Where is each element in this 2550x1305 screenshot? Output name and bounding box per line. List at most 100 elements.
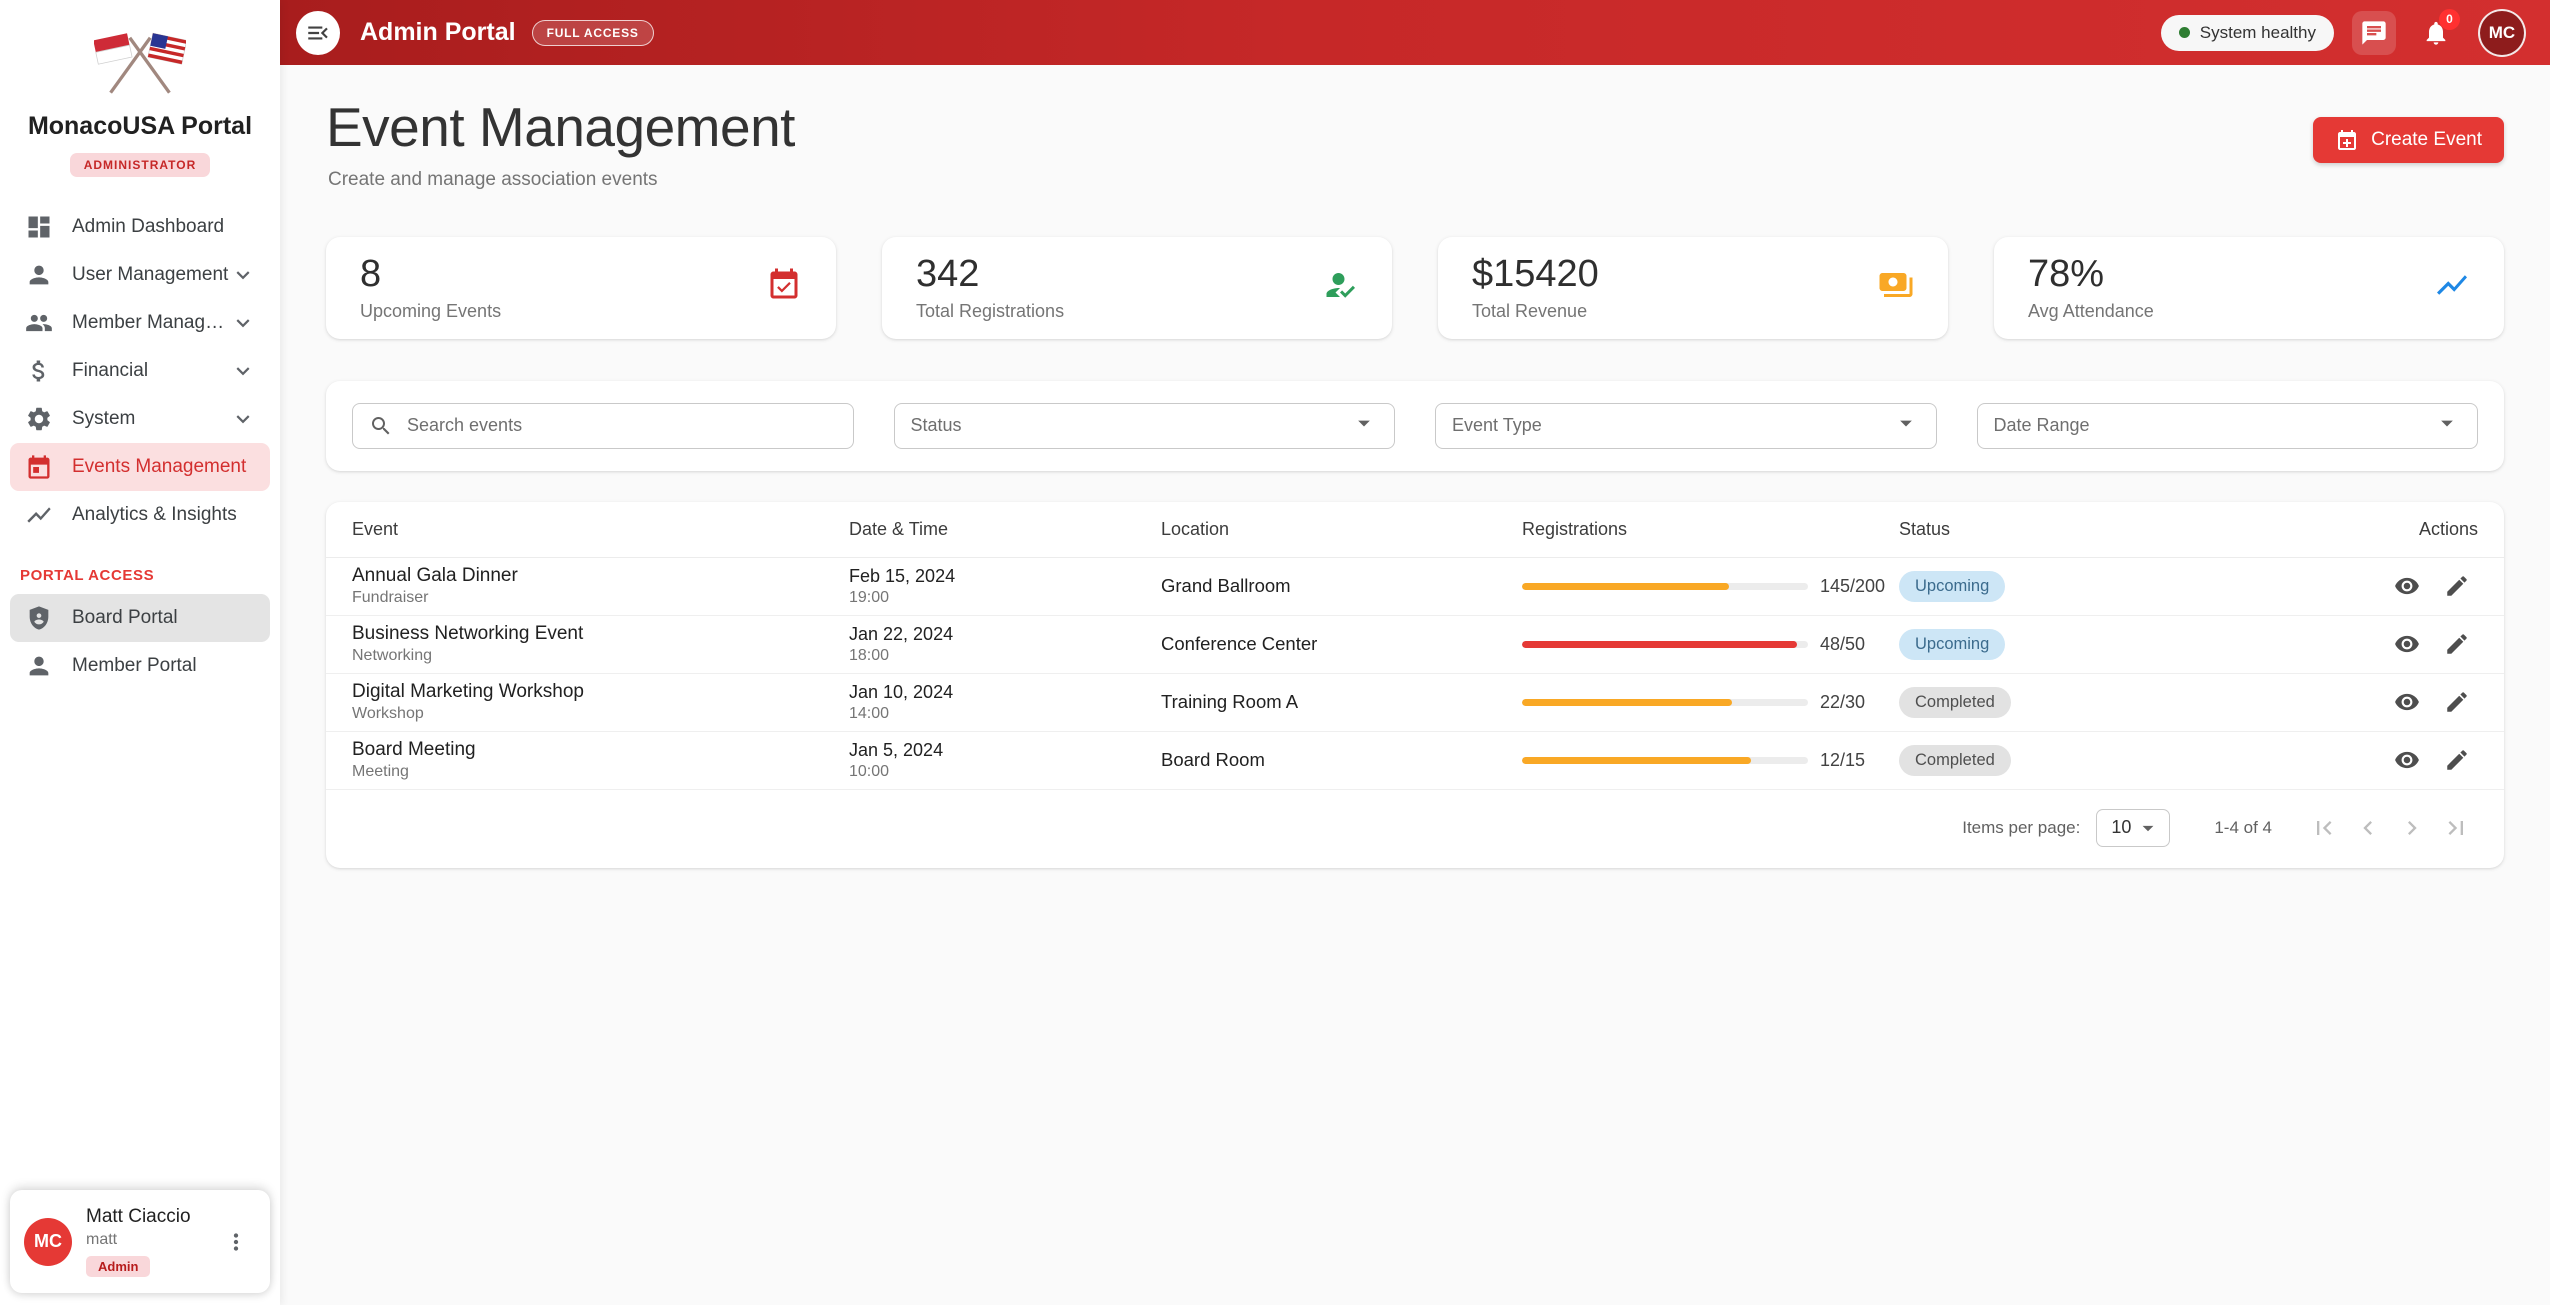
event-time: 14:00 bbox=[849, 705, 1161, 723]
event-type-filter-select[interactable]: Event Type bbox=[1435, 403, 1937, 449]
first-page-button[interactable] bbox=[2302, 806, 2346, 850]
sidebar-item-member-portal[interactable]: Member Portal bbox=[10, 642, 270, 690]
sidebar-menu: Admin Dashboard User Management Member M… bbox=[0, 203, 280, 539]
event-location: Conference Center bbox=[1161, 633, 1522, 655]
calendar-icon bbox=[24, 452, 54, 482]
event-row: Board Meeting Meeting Jan 5, 2024 10:00 … bbox=[326, 732, 2504, 790]
create-event-button[interactable]: Create Event bbox=[2313, 117, 2504, 163]
chevron-down-icon bbox=[1892, 409, 1920, 442]
first-page-icon bbox=[2310, 814, 2338, 842]
create-event-label: Create Event bbox=[2371, 129, 2482, 151]
date-range-filter-select[interactable]: Date Range bbox=[1977, 403, 2479, 449]
sidebar-item-label: Events Management bbox=[72, 456, 256, 478]
registrations-value: 12/15 bbox=[1820, 750, 1865, 771]
stat-card-upcoming-events: 8 Upcoming Events bbox=[326, 237, 836, 339]
edit-event-button[interactable] bbox=[2436, 739, 2478, 781]
event-date: Jan 10, 2024 bbox=[849, 682, 1161, 703]
messages-button[interactable] bbox=[2352, 11, 2396, 55]
search-input[interactable] bbox=[405, 414, 837, 437]
sidebar: MonacoUSA Portal ADMINISTRATOR Admin Das… bbox=[0, 0, 280, 1305]
sidebar-item-label: System bbox=[72, 408, 230, 430]
sidebar-item-board-portal[interactable]: Board Portal bbox=[10, 594, 270, 642]
event-name: Board Meeting bbox=[352, 739, 849, 761]
chevron-down-icon bbox=[230, 358, 256, 384]
sidebar-item-events-management[interactable]: Events Management bbox=[10, 443, 270, 491]
column-header-actions: Actions bbox=[2328, 519, 2478, 540]
event-type: Fundraiser bbox=[352, 589, 849, 607]
date-range-filter-label: Date Range bbox=[1994, 415, 2090, 436]
edit-event-button[interactable] bbox=[2436, 623, 2478, 665]
top-header: Admin Portal FULL ACCESS System healthy … bbox=[280, 0, 2550, 65]
sidebar-item-label: Analytics & Insights bbox=[72, 504, 256, 526]
status-badge: Completed bbox=[1899, 687, 2011, 718]
status-badge: Upcoming bbox=[1899, 629, 2005, 660]
view-event-button[interactable] bbox=[2386, 623, 2428, 665]
event-location: Training Room A bbox=[1161, 691, 1522, 713]
last-page-icon bbox=[2442, 814, 2470, 842]
event-name: Annual Gala Dinner bbox=[352, 565, 849, 587]
eye-icon bbox=[2394, 689, 2420, 715]
table-header-row: Event Date & Time Location Registrations… bbox=[326, 502, 2504, 558]
pencil-icon bbox=[2444, 747, 2470, 773]
status-badge: Completed bbox=[1899, 745, 2011, 776]
pencil-icon bbox=[2444, 573, 2470, 599]
event-location: Board Room bbox=[1161, 749, 1522, 771]
last-page-button[interactable] bbox=[2434, 806, 2478, 850]
header-avatar[interactable]: MC bbox=[2478, 9, 2526, 57]
next-page-button[interactable] bbox=[2390, 806, 2434, 850]
sidebar-item-financial[interactable]: Financial bbox=[10, 347, 270, 395]
edit-event-button[interactable] bbox=[2436, 565, 2478, 607]
view-event-button[interactable] bbox=[2386, 739, 2428, 781]
app-root: MonacoUSA Portal ADMINISTRATOR Admin Das… bbox=[0, 0, 2550, 1305]
sidebar-item-label: Member Manage... bbox=[72, 312, 230, 334]
sidebar-item-member-management[interactable]: Member Manage... bbox=[10, 299, 270, 347]
event-location: Grand Ballroom bbox=[1161, 575, 1522, 597]
user-menu-button[interactable] bbox=[216, 1222, 256, 1262]
event-row: Business Networking Event Networking Jan… bbox=[326, 616, 2504, 674]
page-size-select[interactable]: 10 bbox=[2096, 809, 2170, 847]
filters-bar: Status Event Type Date Range bbox=[326, 381, 2504, 471]
view-event-button[interactable] bbox=[2386, 681, 2428, 723]
notifications-button[interactable]: 0 bbox=[2414, 11, 2458, 55]
shield-icon bbox=[24, 603, 54, 633]
monaco-usa-flags-icon bbox=[94, 26, 186, 98]
stat-label: Total Revenue bbox=[1472, 301, 1599, 322]
chevron-down-icon bbox=[230, 310, 256, 336]
notification-count-badge: 0 bbox=[2439, 9, 2460, 30]
status-filter-select[interactable]: Status bbox=[894, 403, 1396, 449]
person-icon bbox=[24, 260, 54, 290]
pencil-icon bbox=[2444, 631, 2470, 657]
system-status-chip: System healthy bbox=[2161, 15, 2334, 51]
user-username: matt bbox=[86, 1231, 216, 1249]
edit-event-button[interactable] bbox=[2436, 681, 2478, 723]
sidebar-toggle-button[interactable] bbox=[296, 11, 340, 55]
sidebar-item-system[interactable]: System bbox=[10, 395, 270, 443]
status-dot-icon bbox=[2179, 27, 2190, 38]
column-header-registrations: Registrations bbox=[1522, 519, 1899, 540]
registrations-value: 48/50 bbox=[1820, 634, 1865, 655]
sidebar-item-admin-dashboard[interactable]: Admin Dashboard bbox=[10, 203, 270, 251]
sidebar-item-user-management[interactable]: User Management bbox=[10, 251, 270, 299]
status-filter-label: Status bbox=[911, 415, 962, 436]
sidebar-item-analytics-insights[interactable]: Analytics & Insights bbox=[10, 491, 270, 539]
event-time: 18:00 bbox=[849, 647, 1161, 665]
person-check-icon bbox=[1322, 267, 1358, 308]
search-events-field[interactable] bbox=[352, 403, 854, 449]
stat-label: Total Registrations bbox=[916, 301, 1064, 322]
items-per-page-label: Items per page: bbox=[1962, 818, 2080, 838]
event-type: Networking bbox=[352, 647, 849, 665]
status-badge: Upcoming bbox=[1899, 571, 2005, 602]
sidebar-user-card: MC Matt Ciaccio matt Admin bbox=[10, 1190, 270, 1293]
event-time: 10:00 bbox=[849, 763, 1161, 781]
event-name: Digital Marketing Workshop bbox=[352, 681, 849, 703]
eye-icon bbox=[2394, 631, 2420, 657]
event-type: Meeting bbox=[352, 763, 849, 781]
view-event-button[interactable] bbox=[2386, 565, 2428, 607]
paginator: Items per page: 10 1-4 of 4 bbox=[326, 790, 2504, 868]
page-title: Event Management bbox=[326, 99, 795, 157]
stat-cards: 8 Upcoming Events 342 Total Registration… bbox=[326, 237, 2504, 339]
portal-access-menu: Board Portal Member Portal bbox=[0, 594, 280, 690]
previous-page-button[interactable] bbox=[2346, 806, 2390, 850]
chevron-down-icon bbox=[230, 262, 256, 288]
registrations-value: 145/200 bbox=[1820, 576, 1885, 597]
